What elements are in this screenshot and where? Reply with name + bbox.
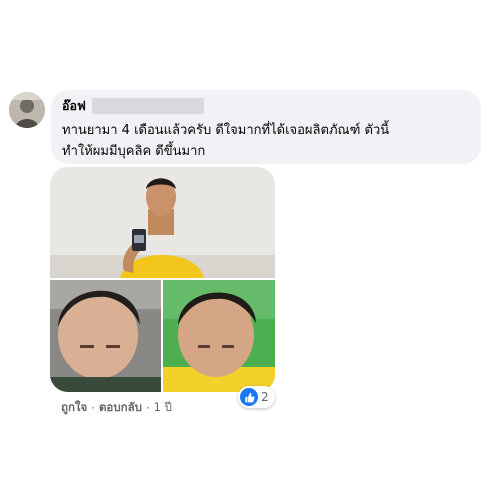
timestamp[interactable]: 1 ปี [154,399,172,417]
name-redaction [91,98,204,114]
comment-text-line-1: ทานยามา 4 เดือนแล้วครับ ดีใจมากที่ได้เจอ… [62,123,390,138]
reaction-badge[interactable]: 2 [238,386,275,408]
comment-bubble: อ๊อฟ ทานยามา 4 เดือนแล้วครับ ดีใจมากที่ไ… [51,90,481,164]
separator-dot: · [91,401,95,415]
comment-actions: ถูกใจ · ตอบกลับ · 1 ปี [61,399,172,417]
separator-dot: · [145,401,150,415]
like-link[interactable]: ถูกใจ [61,399,87,417]
attached-photo[interactable] [50,167,275,392]
author-row: อ๊อฟ [62,96,204,116]
thumbs-up-icon [240,388,258,406]
comment-screenshot: อ๊อฟ ทานยามา 4 เดือนแล้วครับ ดีใจมากที่ไ… [0,0,501,501]
comment-text-line-2: ทำให้ผมมีบุคลิค ดีขึ้นมาก [62,144,206,159]
avatar[interactable] [9,92,45,128]
reaction-count: 2 [261,390,269,404]
reply-link[interactable]: ตอบกลับ [99,399,142,417]
author-name[interactable]: อ๊อฟ [62,96,86,116]
